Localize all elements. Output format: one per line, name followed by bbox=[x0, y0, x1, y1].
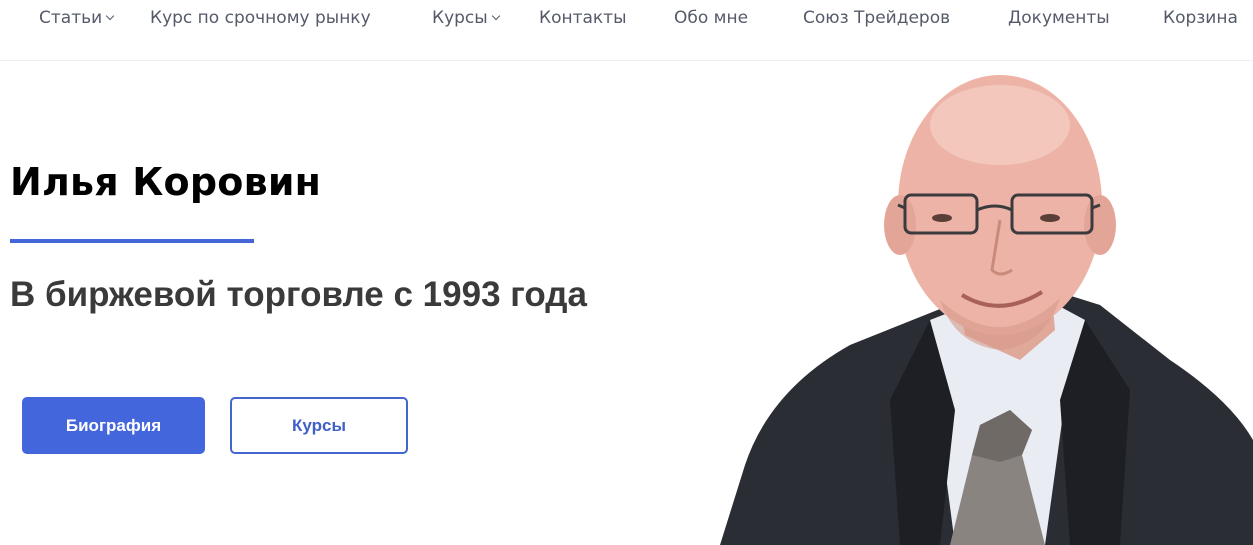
chevron-down-icon bbox=[105, 11, 115, 21]
nav-item-about[interactable]: Обо мне bbox=[674, 7, 748, 29]
nav-item-documents[interactable]: Документы bbox=[1008, 7, 1110, 29]
portrait-image bbox=[720, 75, 1253, 545]
nav-item-label: Корзина bbox=[1163, 8, 1238, 28]
nav-item-courses[interactable]: Курсы bbox=[432, 7, 500, 29]
biography-button[interactable]: Биография bbox=[22, 397, 205, 454]
nav-item-traders-union[interactable]: Союз Трейдеров bbox=[803, 7, 950, 29]
nav-item-label: Курс по срочному рынку bbox=[150, 8, 371, 28]
nav-item-label: Союз Трейдеров bbox=[803, 8, 951, 28]
nav-item-futures-course[interactable]: Курс по срочному рынку bbox=[150, 7, 371, 29]
nav-item-articles[interactable]: Статьи bbox=[39, 7, 115, 29]
hero-subtitle: В биржевой торговле с 1993 года bbox=[10, 275, 587, 314]
nav-item-label: Курсы bbox=[432, 8, 488, 28]
top-navigation: Статьи Курс по срочному рынку Курсы Конт… bbox=[0, 0, 1253, 61]
nav-item-label: Документы bbox=[1008, 8, 1110, 28]
chevron-down-icon bbox=[491, 11, 500, 21]
nav-item-cart[interactable]: Корзина bbox=[1163, 7, 1238, 29]
page-title: Илья Коровин bbox=[10, 160, 322, 204]
nav-item-label: Контакты bbox=[539, 8, 627, 28]
nav-item-label: Статьи bbox=[39, 8, 103, 28]
courses-button[interactable]: Курсы bbox=[230, 397, 408, 454]
nav-item-label: Обо мне bbox=[674, 8, 749, 28]
nav-item-contacts[interactable]: Контакты bbox=[539, 7, 627, 29]
title-underline bbox=[10, 239, 254, 243]
